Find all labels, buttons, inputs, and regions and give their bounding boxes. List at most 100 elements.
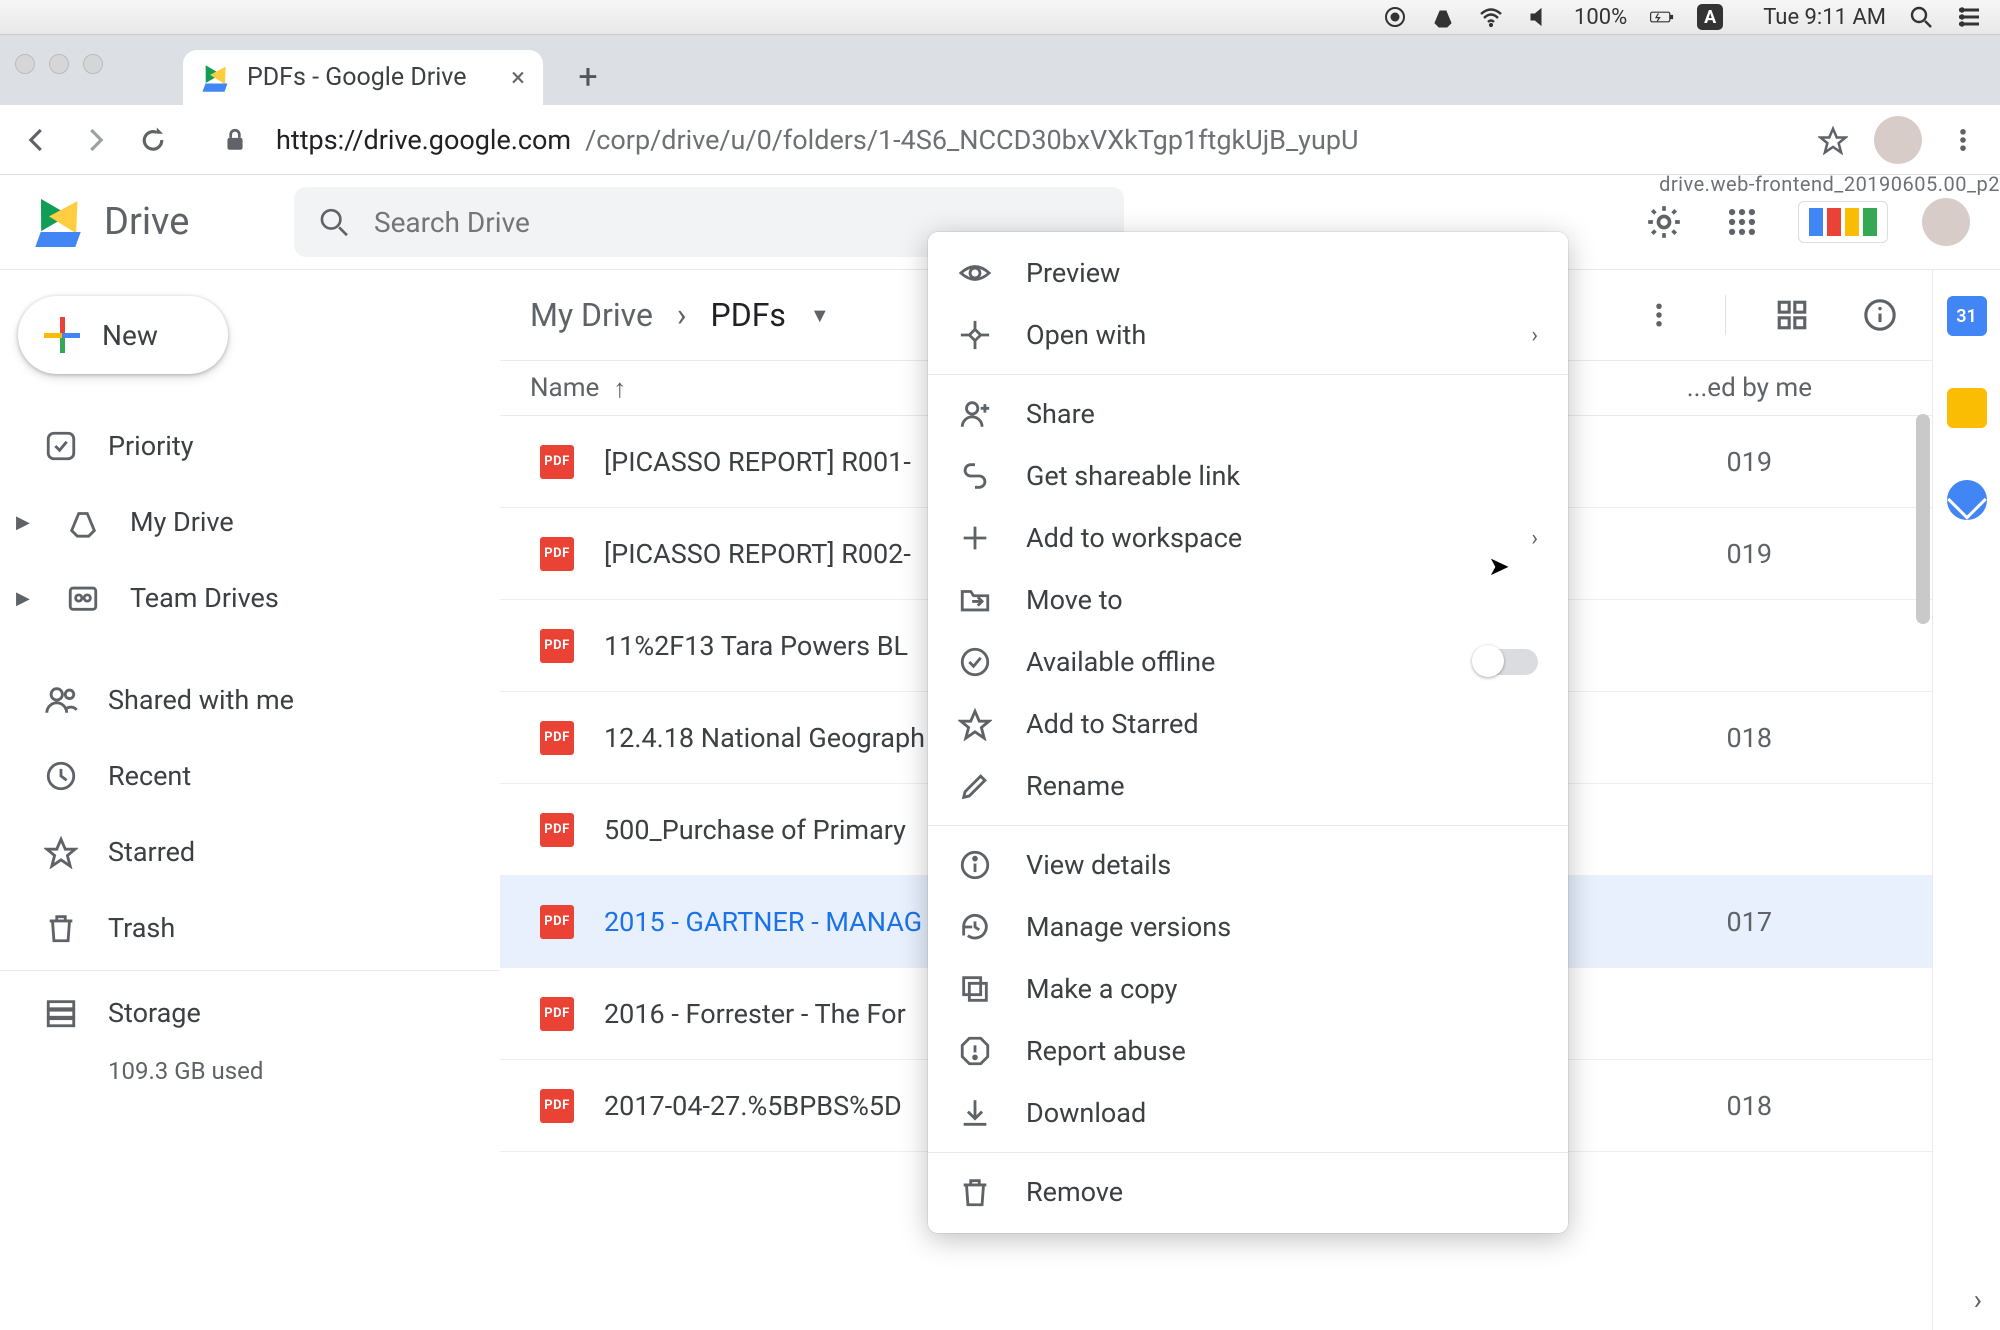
sidebar-item-storage[interactable]: Storage	[0, 975, 500, 1051]
column-modified[interactable]: ...ed by me	[1687, 373, 1812, 403]
browser-tab[interactable]: PDFs - Google Drive ×	[183, 50, 543, 105]
sidebar-item-label: Storage	[108, 997, 201, 1029]
ctx-rename[interactable]: Rename	[928, 755, 1568, 817]
side-panel-collapse-icon[interactable]: ›	[1974, 1283, 1982, 1316]
plus-icon	[958, 521, 992, 555]
folder-move-icon	[958, 583, 992, 617]
scrollbar-thumb[interactable]	[1916, 414, 1930, 624]
download-icon	[958, 1096, 992, 1130]
expand-icon[interactable]: ▶	[16, 512, 28, 533]
teamdrives-icon	[66, 581, 100, 615]
ctx-remove[interactable]: Remove	[928, 1161, 1568, 1223]
extension-badge[interactable]	[1798, 201, 1888, 243]
sidebar-item-trash[interactable]: Trash	[0, 890, 500, 966]
sidebar-item-teamdrives[interactable]: ▶ Team Drives	[0, 560, 500, 636]
tab-close-icon[interactable]: ×	[511, 63, 525, 93]
eye-icon	[958, 256, 992, 290]
ctx-copy[interactable]: Make a copy	[928, 958, 1568, 1020]
file-date: 019	[1726, 446, 1892, 478]
ctx-report[interactable]: Report abuse	[928, 1020, 1568, 1082]
new-button[interactable]: New	[18, 296, 228, 374]
star-icon	[44, 835, 78, 869]
context-menu: Preview Open with› Share Get shareable l…	[928, 232, 1568, 1233]
pdf-file-icon: PDF	[540, 1089, 574, 1123]
breadcrumb-current[interactable]: PDFs	[711, 296, 786, 334]
apps-grid-icon[interactable]	[1720, 200, 1764, 244]
pdf-file-icon: PDF	[540, 905, 574, 939]
ctx-getlink[interactable]: Get shareable link	[928, 445, 1568, 507]
column-name[interactable]: Name	[530, 373, 599, 403]
settings-gear-icon[interactable]	[1642, 200, 1686, 244]
browser-profile-avatar[interactable]	[1874, 116, 1922, 164]
sort-asc-icon[interactable]: ↑	[613, 373, 626, 404]
pdf-file-icon: PDF	[540, 629, 574, 663]
url-path: /corp/drive/u/0/folders/1-4S6_NCCD30bxVX…	[585, 124, 1358, 156]
offline-toggle[interactable]	[1476, 649, 1538, 675]
tasks-addon-icon[interactable]	[1947, 480, 1987, 520]
dropdown-caret-icon[interactable]: ▼	[810, 303, 830, 328]
report-icon	[958, 1034, 992, 1068]
expand-icon[interactable]: ▶	[16, 588, 28, 609]
calendar-addon-icon[interactable]: 31	[1947, 296, 1987, 336]
ctx-details[interactable]: View details	[928, 834, 1568, 896]
control-center-icon[interactable]	[1956, 4, 1982, 30]
sidebar-item-label: Shared with me	[108, 684, 294, 716]
file-pane: My Drive › PDFs ▼ Name ↑ ...ed by me PDF…	[500, 270, 1932, 1330]
ctx-versions[interactable]: Manage versions	[928, 896, 1568, 958]
breadcrumb[interactable]: My Drive › PDFs ▼	[530, 296, 830, 334]
info-icon	[958, 848, 992, 882]
account-avatar[interactable]	[1922, 198, 1970, 246]
check-circle-icon	[958, 645, 992, 679]
breadcrumb-root[interactable]: My Drive	[530, 296, 653, 334]
ctx-share[interactable]: Share	[928, 383, 1568, 445]
ctx-download[interactable]: Download	[928, 1082, 1568, 1144]
address-bar[interactable]: https://drive.google.com/corp/drive/u/0/…	[276, 124, 1792, 156]
file-date: 018	[1726, 722, 1892, 754]
storage-icon	[44, 996, 78, 1030]
chevron-right-icon: ›	[677, 296, 687, 334]
spotlight-icon[interactable]	[1908, 4, 1934, 30]
mouse-cursor-icon: ➤	[1488, 552, 1510, 582]
keep-addon-icon[interactable]	[1947, 388, 1987, 428]
more-actions-icon[interactable]	[1637, 293, 1681, 337]
bookmark-star-icon[interactable]	[1816, 123, 1850, 157]
pdf-file-icon: PDF	[540, 445, 574, 479]
link-icon	[958, 459, 992, 493]
sidebar-item-label: Team Drives	[130, 582, 279, 614]
site-lock-icon[interactable]	[218, 123, 252, 157]
chevron-right-icon: ›	[1531, 323, 1538, 348]
new-tab-button[interactable]: +	[568, 57, 608, 97]
person-add-icon	[958, 397, 992, 431]
drive-menubar-icon	[1430, 4, 1456, 30]
pdf-file-icon: PDF	[540, 537, 574, 571]
search-icon	[318, 205, 350, 239]
right-side-panel: 31 ›	[1932, 270, 2000, 1330]
ctx-offline[interactable]: Available offline	[928, 631, 1568, 693]
sidebar-item-mydrive[interactable]: ▶ My Drive	[0, 484, 500, 560]
info-icon[interactable]	[1858, 293, 1902, 337]
shared-icon	[44, 683, 78, 717]
ctx-openwith[interactable]: Open with›	[928, 304, 1568, 366]
openwith-icon	[958, 318, 992, 352]
window-traffic-lights[interactable]	[15, 54, 103, 74]
browser-menu-icon[interactable]	[1946, 123, 1980, 157]
battery-icon	[1649, 4, 1675, 30]
back-button[interactable]	[20, 123, 54, 157]
drive-favicon-icon	[200, 64, 231, 92]
history-icon	[958, 910, 992, 944]
sidebar-item-shared[interactable]: Shared with me	[0, 662, 500, 738]
reload-button[interactable]	[136, 123, 170, 157]
trash-icon	[958, 1175, 992, 1209]
browser-toolbar: https://drive.google.com/corp/drive/u/0/…	[0, 105, 2000, 175]
forward-button[interactable]	[78, 123, 112, 157]
star-icon	[958, 707, 992, 741]
ctx-moveto[interactable]: Move to	[928, 569, 1568, 631]
sidebar-item-priority[interactable]: Priority	[0, 408, 500, 484]
layout-grid-icon[interactable]	[1770, 293, 1814, 337]
ctx-preview[interactable]: Preview	[928, 242, 1568, 304]
sidebar-item-starred[interactable]: Starred	[0, 814, 500, 890]
ctx-addworkspace[interactable]: Add to workspace›	[928, 507, 1568, 569]
ctx-star[interactable]: Add to Starred	[928, 693, 1568, 755]
sidebar-item-recent[interactable]: Recent	[0, 738, 500, 814]
drive-logo[interactable]: Drive	[30, 197, 189, 247]
